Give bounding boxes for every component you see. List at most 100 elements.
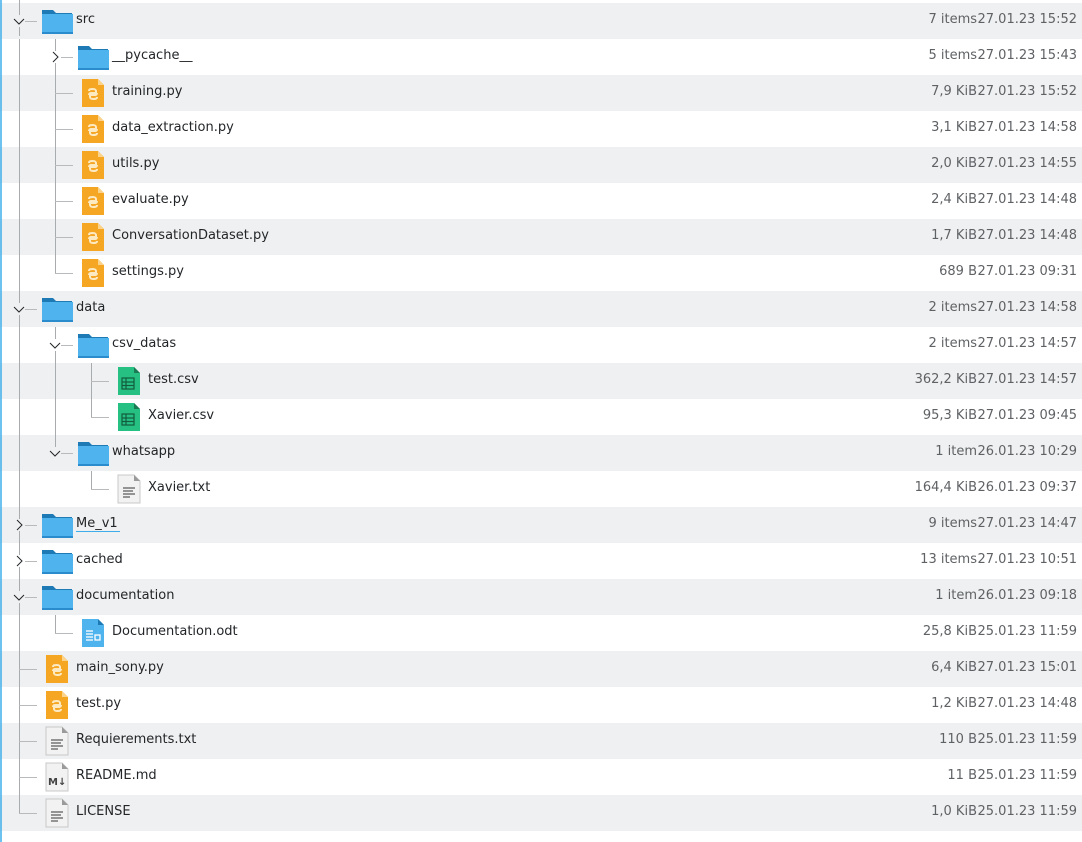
file-name[interactable]: Requierements.txt (76, 732, 196, 747)
tree-row[interactable]: M↓ README.md 11 B 25.01.23 11:59 (0, 759, 1082, 795)
file-size: 2,4 KiB (931, 192, 977, 207)
svg-text:M↓: M↓ (48, 777, 66, 788)
tree-branch-line (55, 255, 56, 273)
tree-row[interactable]: main_sony.py 6,4 KiB 27.01.23 15:01 (0, 651, 1082, 687)
file-name[interactable]: data (76, 300, 105, 315)
file-size: 689 B (939, 264, 977, 279)
modified-date: 27.01.23 14:57 (977, 372, 1078, 387)
tree-row[interactable]: evaluate.py 2,4 KiB 27.01.23 14:48 (0, 183, 1082, 219)
tree-row[interactable]: Requierements.txt 110 B 25.01.23 11:59 (0, 723, 1082, 759)
file-tree-view[interactable]: src 7 items 27.01.23 15:52 __pycache__ 5 ite… (0, 0, 1082, 831)
tree-row[interactable]: test.csv 362,2 KiB 27.01.23 14:57 (0, 363, 1082, 399)
file-name[interactable]: Xavier.csv (148, 408, 214, 423)
tree-branch-line (55, 615, 56, 633)
view-focus-border (0, 0, 2, 842)
file-name[interactable]: Xavier.txt (148, 480, 210, 495)
text-file-icon (41, 797, 73, 829)
tree-row[interactable]: src 7 items 27.01.23 15:52 (0, 0, 1082, 39)
file-name[interactable]: Documentation.odt (112, 624, 238, 639)
file-name[interactable]: evaluate.py (112, 192, 189, 207)
tree-connector-line (55, 633, 73, 634)
chevron-down-icon[interactable] (49, 447, 61, 459)
tree-branch-line (19, 471, 20, 507)
file-size: 1 item (935, 588, 977, 603)
file-name[interactable]: csv_datas (112, 336, 176, 351)
file-name[interactable]: utils.py (112, 156, 159, 171)
file-name[interactable]: LICENSE (76, 804, 131, 819)
tree-branch-line (91, 471, 92, 489)
file-name[interactable]: src (76, 12, 95, 27)
file-size: 1,2 KiB (931, 696, 977, 711)
tree-row[interactable]: data 2 items 27.01.23 14:58 (0, 291, 1082, 327)
file-name[interactable]: training.py (112, 84, 182, 99)
python-file-icon (77, 221, 109, 253)
chevron-right-icon[interactable] (13, 555, 25, 567)
modified-date: 27.01.23 09:45 (977, 408, 1078, 423)
file-name[interactable]: data_extraction.py (112, 120, 234, 135)
tree-connector-line (55, 201, 73, 202)
tree-row[interactable]: test.py 1,2 KiB 27.01.23 14:48 (0, 687, 1082, 723)
file-name[interactable]: test.py (76, 696, 121, 711)
tree-row[interactable]: __pycache__ 5 items 27.01.23 15:43 (0, 39, 1082, 75)
modified-date: 27.01.23 14:57 (977, 336, 1078, 351)
folder-icon (41, 293, 73, 325)
tree-row[interactable]: training.py 7,9 KiB 27.01.23 15:52 (0, 75, 1082, 111)
tree-row[interactable]: Me_v1 9 items 27.01.23 14:47 (0, 507, 1082, 543)
file-size: 1,0 KiB (931, 804, 977, 819)
tree-row[interactable]: Xavier.txt 164,4 KiB 26.01.23 09:37 (0, 471, 1082, 507)
tree-branch-line (19, 363, 20, 399)
tree-row[interactable]: ConversationDataset.py 1,7 KiB 27.01.23 14… (0, 219, 1082, 255)
file-size: 3,1 KiB (931, 120, 977, 135)
file-name[interactable]: Me_v1 (76, 516, 120, 532)
file-name[interactable]: whatsapp (112, 444, 175, 459)
chevron-down-icon[interactable] (13, 303, 25, 315)
tree-row[interactable]: Xavier.csv 95,3 KiB 27.01.23 09:45 (0, 399, 1082, 435)
modified-date: 27.01.23 14:47 (977, 516, 1078, 531)
modified-date: 27.01.23 15:52 (977, 84, 1078, 99)
chevron-down-icon[interactable] (13, 591, 25, 603)
tree-row[interactable]: LICENSE 1,0 KiB 25.01.23 11:59 (0, 795, 1082, 831)
chevron-down-icon[interactable] (49, 339, 61, 351)
file-name[interactable]: cached (76, 552, 123, 567)
file-name[interactable]: README.md (76, 768, 157, 783)
file-name[interactable]: documentation (76, 588, 174, 603)
file-size: 164,4 KiB (914, 480, 977, 495)
file-size: 1,7 KiB (931, 228, 977, 243)
chevron-down-icon[interactable] (13, 15, 25, 27)
document-file-icon (77, 617, 109, 649)
tree-row[interactable]: data_extraction.py 3,1 KiB 27.01.23 14:58 (0, 111, 1082, 147)
modified-date: 25.01.23 11:59 (977, 768, 1078, 783)
file-name[interactable]: ConversationDataset.py (112, 228, 269, 243)
tree-branch-line (19, 327, 20, 363)
file-size: 2,0 KiB (931, 156, 977, 171)
folder-icon (41, 545, 73, 577)
modified-date: 27.01.23 14:48 (977, 192, 1078, 207)
tree-row[interactable]: Documentation.odt 25,8 KiB 25.01.23 11:59 (0, 615, 1082, 651)
modified-date: 27.01.23 09:31 (977, 264, 1078, 279)
text-file-icon (41, 725, 73, 757)
file-name[interactable]: test.csv (148, 372, 199, 387)
file-size: 9 items (928, 516, 977, 531)
file-name[interactable]: settings.py (112, 264, 184, 279)
modified-date: 26.01.23 09:37 (977, 480, 1078, 495)
file-size: 5 items (928, 48, 977, 63)
tree-row[interactable]: utils.py 2,0 KiB 27.01.23 14:55 (0, 147, 1082, 183)
tree-branch-line (19, 75, 20, 111)
chevron-right-icon[interactable] (13, 519, 25, 531)
file-name[interactable]: __pycache__ (112, 48, 192, 63)
chevron-right-icon[interactable] (49, 51, 61, 63)
tree-row[interactable]: cached 13 items 27.01.23 10:51 (0, 543, 1082, 579)
tree-connector-line (55, 273, 73, 274)
folder-icon (77, 41, 109, 73)
python-file-icon (77, 149, 109, 181)
tree-row[interactable]: settings.py 689 B 27.01.23 09:31 (0, 255, 1082, 291)
tree-connector-line (91, 489, 109, 490)
tree-branch-line (19, 795, 20, 813)
tree-connector-line (55, 237, 73, 238)
file-name[interactable]: main_sony.py (76, 660, 164, 675)
tree-row[interactable]: whatsapp 1 item 26.01.23 10:29 (0, 435, 1082, 471)
tree-row[interactable]: documentation 1 item 26.01.23 09:18 (0, 579, 1082, 615)
tree-row[interactable]: csv_datas 2 items 27.01.23 14:57 (0, 327, 1082, 363)
file-size: 110 B (939, 732, 977, 747)
modified-date: 27.01.23 14:58 (977, 120, 1078, 135)
